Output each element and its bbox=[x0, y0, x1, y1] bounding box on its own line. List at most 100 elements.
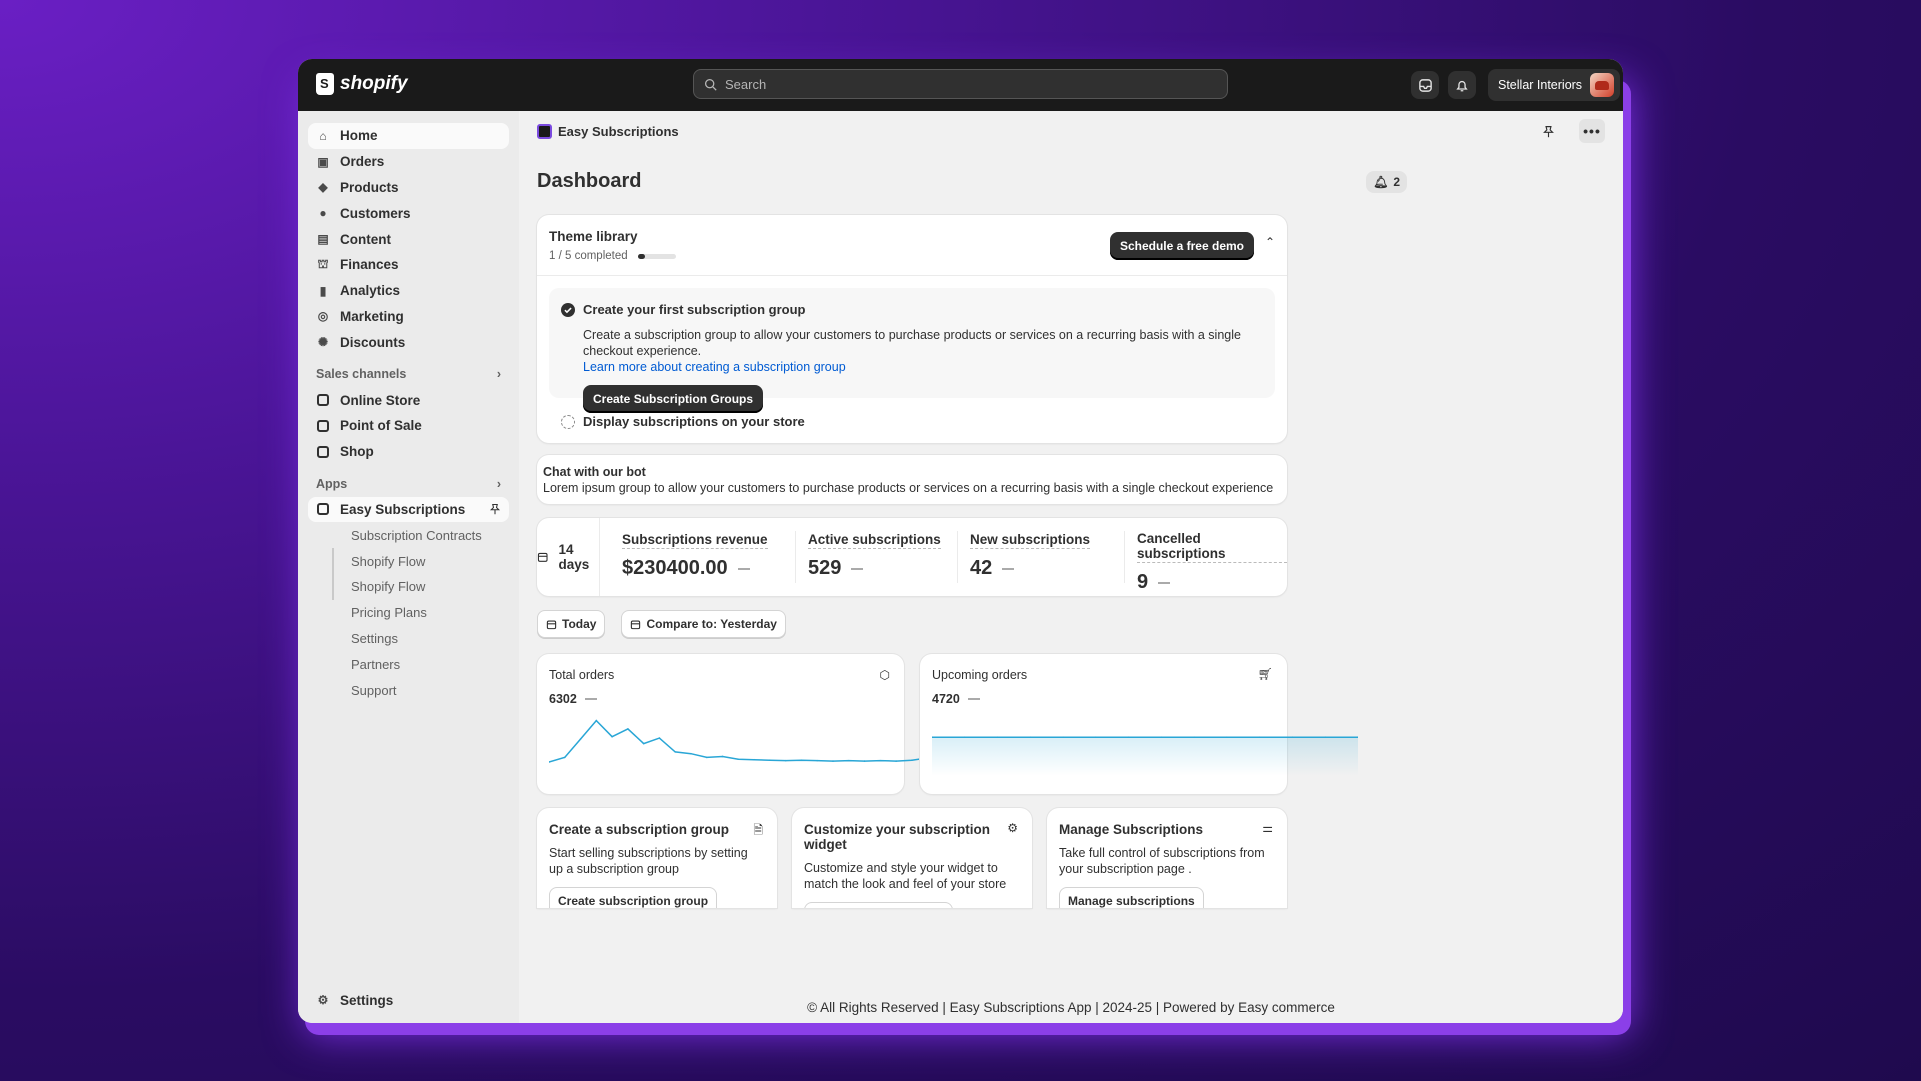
tile-manage-subscriptions: Manage Subscriptions ⚌ Take full control o… bbox=[1047, 808, 1287, 908]
chart-point bbox=[832, 760, 834, 762]
sidebar-item-label: Marketing bbox=[340, 308, 404, 324]
sidebar-subitem-settings[interactable]: Settings bbox=[308, 626, 509, 652]
metric-new-subscriptions[interactable]: New subscriptions 42 bbox=[970, 531, 1125, 583]
gear-icon: ⚙ bbox=[1007, 821, 1018, 835]
sidebar-subitem-shopify-flow[interactable]: Shopify Flow bbox=[308, 573, 509, 600]
sidebar-item-orders[interactable]: ▣ Orders bbox=[308, 149, 509, 175]
radio-empty-icon bbox=[561, 414, 575, 429]
sidebar-item-label: Content bbox=[340, 231, 391, 247]
channel-icon bbox=[316, 445, 330, 459]
trend-dash bbox=[1158, 581, 1171, 584]
app-header: Easy Subscriptions ••• bbox=[519, 111, 1623, 151]
today-filter-button[interactable]: Today bbox=[537, 610, 606, 638]
notifications-button[interactable] bbox=[1448, 71, 1476, 99]
notification-badge[interactable]: 🔔︎ 2 bbox=[1366, 170, 1407, 193]
sidebar-item-online-store[interactable]: Online Store bbox=[308, 387, 509, 413]
tile-action-button[interactable]: Manage subscriptions bbox=[1059, 887, 1204, 908]
sidebar-item-discounts[interactable]: ✺ Discounts bbox=[308, 329, 509, 355]
chevron-up-icon[interactable]: ⌃ bbox=[1265, 235, 1275, 249]
chart-point bbox=[911, 759, 913, 761]
sidebar-item-point-of-sale[interactable]: Point of Sale bbox=[308, 413, 509, 439]
chart-point bbox=[1324, 736, 1327, 738]
tag-icon: ◆ bbox=[318, 180, 328, 195]
sidebar-subitem-support[interactable]: Support bbox=[308, 677, 509, 703]
upcoming-orders-label: Upcoming orders bbox=[932, 668, 1028, 682]
chart-area bbox=[932, 737, 1358, 776]
footer-text: © All Rights Reserved | Easy Subscriptio… bbox=[807, 999, 1335, 1015]
sidebar-subitem-shopify-flow[interactable]: Shopify Flow bbox=[308, 548, 509, 574]
sidebar-item-analytics[interactable]: ▮ Analytics bbox=[308, 278, 509, 304]
channel-icon bbox=[316, 419, 330, 433]
sidebar-item-finances[interactable]: ⛫ Finances bbox=[308, 252, 509, 278]
sidebar-subitem-partners[interactable]: Partners bbox=[308, 651, 509, 677]
metric-active-subscriptions[interactable]: Active subscriptions 529 bbox=[808, 531, 958, 583]
trend-dash bbox=[967, 698, 980, 700]
sidebar-item-marketing[interactable]: ◎ Marketing bbox=[308, 304, 509, 330]
tile-customize-your-subscription-widget: Customize your subscription widget ⚙ Custo… bbox=[792, 808, 1032, 908]
apps-header[interactable]: Apps › bbox=[308, 471, 509, 497]
search-icon bbox=[704, 78, 717, 91]
chart-point bbox=[963, 736, 966, 738]
sidebar-item-customers[interactable]: ● Customers bbox=[308, 200, 509, 226]
inbox-icon bbox=[1418, 78, 1432, 92]
inbox-button[interactable] bbox=[1411, 71, 1439, 99]
tile-action-button[interactable]: Create subscription group bbox=[549, 887, 718, 908]
chart-point bbox=[879, 759, 882, 762]
tile-description: Take full control of subscriptions from … bbox=[1059, 846, 1265, 876]
sidebar-subitem-label: Subscription Contracts bbox=[351, 527, 482, 543]
chart-point bbox=[1095, 736, 1097, 738]
chart-point bbox=[895, 760, 897, 762]
app-header-title: Easy Subscriptions bbox=[558, 123, 679, 139]
tile-description: Start selling subscriptions by setting u… bbox=[549, 846, 748, 876]
shopify-logo[interactable]: shopify bbox=[316, 73, 408, 95]
tile-description: Customize and style your widget to match… bbox=[804, 861, 1007, 891]
total-orders-label: Total orders bbox=[549, 668, 615, 682]
more-actions-button[interactable]: ••• bbox=[1579, 119, 1605, 143]
setup-progress-text: 1 / 5 completed bbox=[549, 250, 628, 262]
setup-step-pending[interactable]: Display subscriptions on your store bbox=[561, 414, 1287, 429]
date-range-selector[interactable]: 14 days bbox=[537, 518, 600, 596]
step2-title: Display subscriptions on your store bbox=[583, 414, 805, 429]
compare-filter-button[interactable]: Compare to: Yesterday bbox=[621, 610, 786, 638]
sidebar-item-label: Finances bbox=[340, 257, 399, 273]
search-input[interactable] bbox=[725, 76, 1205, 92]
sidebar-subitem-label: Support bbox=[351, 682, 397, 698]
bank-icon: ⛫ bbox=[317, 256, 329, 271]
sidebar-item-home[interactable]: ⌂ Home bbox=[308, 123, 509, 149]
compare-label: Compare to: Yesterday bbox=[646, 617, 777, 631]
create-subscription-groups-button[interactable]: Create Subscription Groups bbox=[583, 385, 764, 413]
trend-dash bbox=[851, 567, 864, 570]
metric-subscriptions-revenue[interactable]: Subscriptions revenue $230400.00 bbox=[622, 531, 796, 583]
schedule-demo-button[interactable]: Schedule a free demo bbox=[1109, 232, 1254, 260]
metric-label: Cancelled subscriptions bbox=[1137, 531, 1287, 563]
sidebar-subitem-subscription-contracts[interactable]: Subscription Contracts bbox=[308, 522, 509, 548]
setup-progress-fill bbox=[637, 253, 646, 259]
tile-create-a-subscription-group: Create a subscription group 🗎︎ Start selli… bbox=[537, 808, 777, 908]
bot-description: Lorem ipsum group to allow your customer… bbox=[543, 481, 1274, 495]
sidebar-item-settings[interactable]: ⚙ Settings bbox=[308, 987, 509, 1013]
bell-icon bbox=[1456, 80, 1468, 91]
upcoming-orders-card: Upcoming orders 🛒︎ 4720 bbox=[920, 654, 1358, 794]
upcoming-orders-value: 4720 bbox=[932, 692, 960, 706]
top-bar: shopify Stellar Interiors bbox=[298, 59, 1623, 111]
pin-icon[interactable] bbox=[1542, 125, 1555, 138]
chart-point bbox=[579, 738, 582, 740]
metric-cancelled-subscriptions[interactable]: Cancelled subscriptions 9 bbox=[1137, 531, 1287, 593]
tile-action-button[interactable]: Customize your widget bbox=[804, 902, 954, 908]
chart-point bbox=[863, 760, 866, 762]
sidebar-item-shop[interactable]: Shop bbox=[308, 439, 509, 465]
sidebar-item-products[interactable]: ◆ Products bbox=[308, 175, 509, 201]
metric-value: $230400.00 bbox=[622, 557, 728, 579]
pin-icon[interactable] bbox=[489, 503, 501, 515]
sidebar-item-easy-subscriptions[interactable]: Easy Subscriptions bbox=[308, 496, 509, 523]
setup-guide-card: Theme library 1 / 5 completed Schedule a… bbox=[537, 215, 1287, 443]
trend-dash bbox=[737, 567, 750, 570]
sales-channels-header[interactable]: Sales channels › bbox=[308, 361, 509, 387]
chart-point bbox=[563, 756, 566, 759]
store-switcher[interactable]: Stellar Interiors bbox=[1488, 69, 1621, 101]
chat-bot-card[interactable]: Chat with our bot Lorem ipsum group to a… bbox=[537, 455, 1287, 504]
learn-more-link[interactable]: Learn more about creating a subscription… bbox=[583, 360, 846, 374]
search-bar[interactable] bbox=[693, 69, 1228, 99]
sidebar-subitem-pricing-plans[interactable]: Pricing Plans bbox=[308, 600, 509, 626]
sidebar-item-content[interactable]: ▤ Content bbox=[308, 226, 509, 252]
